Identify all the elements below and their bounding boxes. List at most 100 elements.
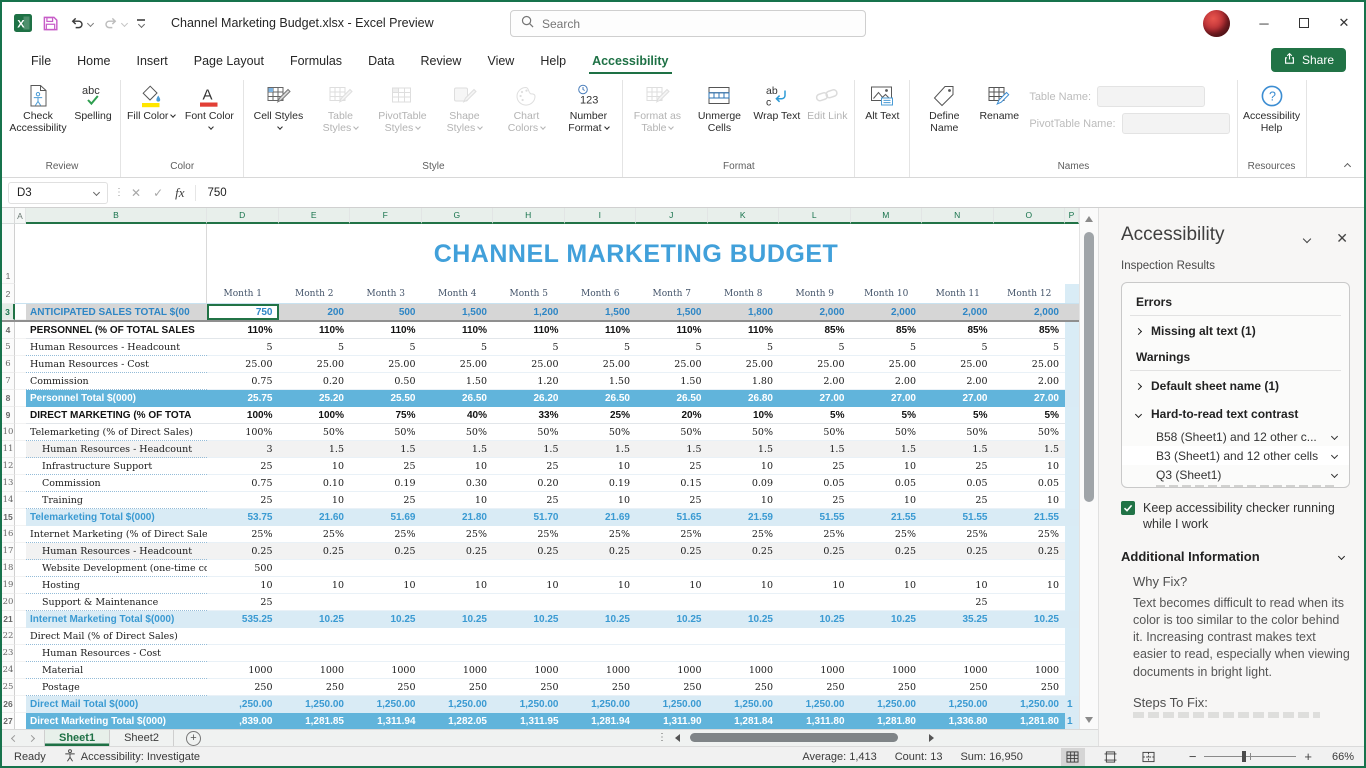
cell-B16[interactable]: Internet Marketing (% of Direct Sales) bbox=[26, 526, 207, 543]
search-box[interactable] bbox=[510, 10, 866, 37]
sheet-nav-left-icon[interactable] bbox=[11, 734, 18, 741]
cell[interactable]: 1,281.84 bbox=[708, 713, 780, 729]
cell[interactable]: 5% bbox=[779, 407, 851, 424]
cell[interactable]: 21.60 bbox=[279, 509, 351, 526]
cell[interactable]: 10 bbox=[422, 458, 494, 475]
cell[interactable]: 250 bbox=[708, 679, 780, 696]
cell[interactable] bbox=[922, 560, 994, 577]
cell[interactable]: 50% bbox=[851, 424, 923, 441]
cell[interactable] bbox=[493, 560, 565, 577]
vertical-scrollbar-thumb[interactable] bbox=[1084, 232, 1094, 502]
cell-A4[interactable] bbox=[15, 322, 26, 339]
cell[interactable]: 26.50 bbox=[636, 390, 708, 407]
cell[interactable] bbox=[994, 645, 1066, 662]
row-header-19[interactable]: 19 bbox=[2, 577, 15, 594]
fill-color-button[interactable]: Fill Color bbox=[124, 80, 178, 124]
cell[interactable]: 250 bbox=[636, 679, 708, 696]
cell[interactable]: 5 bbox=[922, 339, 994, 356]
cell[interactable]: 1,282.05 bbox=[422, 713, 494, 729]
accessibility-help-button[interactable]: ?Accessibility Help bbox=[1241, 80, 1303, 137]
cell[interactable]: 0.30 bbox=[422, 475, 494, 492]
column-header-P[interactable]: P bbox=[1065, 208, 1079, 224]
cell[interactable]: 26.20 bbox=[493, 390, 565, 407]
cell[interactable]: 0.25 bbox=[708, 543, 780, 560]
cell[interactable]: 1000 bbox=[851, 662, 923, 679]
cell[interactable]: 25 bbox=[636, 458, 708, 475]
cell-A21[interactable] bbox=[15, 611, 26, 628]
customize-quick-access-icon[interactable] bbox=[137, 19, 145, 26]
cell[interactable]: 0.25 bbox=[779, 543, 851, 560]
tab-view[interactable]: View bbox=[474, 48, 527, 76]
column-header-F[interactable]: F bbox=[350, 208, 422, 224]
row-header-15[interactable]: 15 bbox=[2, 509, 15, 526]
month-header-9[interactable]: Month 9 bbox=[779, 284, 851, 304]
cell-P12[interactable] bbox=[1065, 458, 1079, 475]
cell[interactable]: 25 bbox=[922, 458, 994, 475]
month-header-1[interactable]: Month 1 bbox=[207, 284, 279, 304]
cell[interactable]: 10.25 bbox=[565, 611, 637, 628]
cell[interactable]: 2.00 bbox=[994, 373, 1066, 390]
cell[interactable]: 25.00 bbox=[994, 356, 1066, 373]
scroll-down-icon[interactable] bbox=[1085, 717, 1093, 723]
month-header-6[interactable]: Month 6 bbox=[565, 284, 637, 304]
cell[interactable]: 1000 bbox=[922, 662, 994, 679]
cell[interactable]: 10 bbox=[994, 458, 1066, 475]
cell[interactable] bbox=[922, 645, 994, 662]
sheet-nav-right-icon[interactable] bbox=[28, 734, 35, 741]
cell-B6[interactable]: Human Resources - Cost bbox=[26, 356, 207, 373]
cell[interactable]: 51.55 bbox=[779, 509, 851, 526]
row-header-2[interactable]: 2 bbox=[2, 284, 15, 304]
cell-A20[interactable] bbox=[15, 594, 26, 611]
cell[interactable]: 25 bbox=[636, 492, 708, 509]
cell[interactable]: 1.5 bbox=[708, 441, 780, 458]
cell[interactable] bbox=[350, 594, 422, 611]
cell[interactable]: 1,281.80 bbox=[994, 713, 1066, 729]
spelling-button[interactable]: abcSpelling bbox=[69, 80, 117, 124]
cell-B13[interactable]: Commission bbox=[26, 475, 207, 492]
column-header-A[interactable]: A bbox=[15, 208, 26, 224]
cell[interactable] bbox=[779, 645, 851, 662]
cell[interactable]: 85% bbox=[851, 322, 923, 339]
formula-bar-handle[interactable]: ⋮ bbox=[114, 187, 125, 198]
cell[interactable]: 0.05 bbox=[779, 475, 851, 492]
tab-file[interactable]: File bbox=[18, 48, 64, 76]
cell[interactable]: 10 bbox=[565, 492, 637, 509]
cell[interactable]: 1,281.85 bbox=[279, 713, 351, 729]
tab-page-layout[interactable]: Page Layout bbox=[181, 48, 277, 76]
warning-group-contrast[interactable]: Hard-to-read text contrast bbox=[1122, 399, 1349, 427]
cell-A23[interactable] bbox=[15, 645, 26, 662]
contrast-item-2[interactable]: B3 (Sheet1) and 12 other cells bbox=[1122, 446, 1349, 465]
cell[interactable] bbox=[994, 628, 1066, 645]
cell-P22[interactable] bbox=[1065, 628, 1079, 645]
column-header-N[interactable]: N bbox=[922, 208, 994, 224]
cell[interactable]: 27.00 bbox=[994, 390, 1066, 407]
row-header-5[interactable]: 5 bbox=[2, 339, 15, 356]
cell[interactable]: 0.25 bbox=[493, 543, 565, 560]
cell[interactable]: 10 bbox=[779, 577, 851, 594]
page-layout-view-button[interactable] bbox=[1099, 748, 1123, 766]
month-header-7[interactable]: Month 7 bbox=[636, 284, 708, 304]
cell-P2[interactable] bbox=[1065, 284, 1079, 304]
contrast-item-3[interactable]: Q3 (Sheet1) bbox=[1122, 465, 1349, 484]
cell[interactable]: 25.00 bbox=[851, 356, 923, 373]
row-header-9[interactable]: 9 bbox=[2, 407, 15, 424]
cell[interactable]: 25% bbox=[207, 526, 279, 543]
cell[interactable]: 50% bbox=[350, 424, 422, 441]
cell[interactable]: 10% bbox=[708, 407, 780, 424]
cell-B17[interactable]: Human Resources - Headcount bbox=[26, 543, 207, 560]
cell-B11[interactable]: Human Resources - Headcount bbox=[26, 441, 207, 458]
search-input[interactable] bbox=[542, 17, 822, 31]
cell[interactable]: 21.55 bbox=[994, 509, 1066, 526]
cell-B19[interactable]: Hosting bbox=[26, 577, 207, 594]
close-button[interactable]: ✕ bbox=[1324, 2, 1364, 44]
cell-P3[interactable] bbox=[1065, 304, 1079, 320]
cell[interactable]: 33% bbox=[493, 407, 565, 424]
column-header-M[interactable]: M bbox=[851, 208, 923, 224]
cell[interactable]: 1,250.00 bbox=[851, 696, 923, 713]
cell[interactable] bbox=[922, 628, 994, 645]
cell[interactable]: 0.20 bbox=[279, 373, 351, 390]
cell[interactable]: 0.25 bbox=[565, 543, 637, 560]
row-header-13[interactable]: 13 bbox=[2, 475, 15, 492]
cell[interactable]: 250 bbox=[279, 679, 351, 696]
cell[interactable]: 250 bbox=[565, 679, 637, 696]
